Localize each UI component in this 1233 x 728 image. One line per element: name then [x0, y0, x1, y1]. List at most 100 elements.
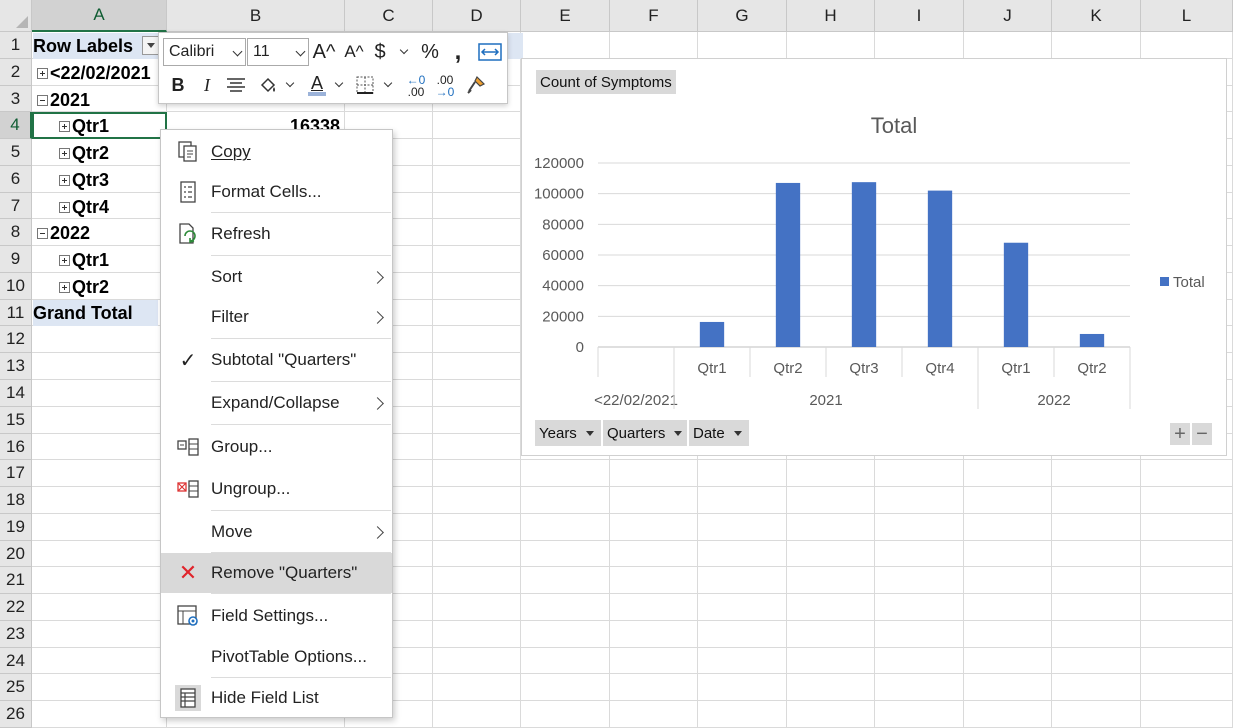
wrap-merge-icon[interactable]	[477, 39, 503, 65]
row-header-3[interactable]: 3	[0, 86, 32, 112]
expand-icon[interactable]	[59, 281, 70, 293]
pivot-row-item[interactable]: Qtr3	[33, 167, 109, 193]
expand-field-button[interactable]: +	[1170, 423, 1190, 445]
comma-style-icon[interactable]: ,	[449, 38, 467, 66]
pivot-row-item[interactable]: Qtr2	[33, 274, 109, 300]
collapse-field-button[interactable]: −	[1192, 423, 1212, 445]
row-header-2[interactable]: 2	[0, 59, 32, 86]
expand-icon[interactable]	[59, 254, 70, 266]
column-header-f[interactable]: F	[610, 0, 698, 32]
menu-item-format-cells[interactable]: Format Cells...	[161, 173, 392, 211]
menu-item-remove-quarters[interactable]: ✕ Remove "Quarters"	[161, 553, 392, 593]
pivot-chart[interactable]: Count of Symptoms Total 0 20000 40000 60000 8…	[521, 58, 1227, 456]
pivot-row-item[interactable]: 2022	[33, 220, 90, 246]
menu-item-ungroup[interactable]: Ungroup...	[161, 470, 392, 508]
column-header-l[interactable]: L	[1141, 0, 1233, 32]
menu-item-sort[interactable]: Sort	[161, 258, 392, 296]
row-header-5[interactable]: 5	[0, 139, 32, 166]
increase-decimal-icon[interactable]: ←0 .00	[402, 71, 430, 101]
active-cell-a4[interactable]	[32, 112, 169, 141]
column-header-b[interactable]: B	[167, 0, 345, 32]
row-header-25[interactable]: 25	[0, 674, 32, 701]
borders-icon[interactable]	[352, 71, 378, 99]
menu-item-group[interactable]: Group...	[161, 428, 392, 466]
column-header-h[interactable]: H	[787, 0, 875, 32]
column-header-c[interactable]: C	[345, 0, 433, 32]
column-header-a[interactable]: A	[32, 0, 167, 32]
row-header-23[interactable]: 23	[0, 621, 32, 648]
currency-format-icon[interactable]: $	[369, 38, 391, 66]
menu-item-expand-collapse[interactable]: Expand/Collapse	[161, 384, 392, 422]
column-header-e[interactable]: E	[521, 0, 610, 32]
align-center-icon[interactable]	[223, 71, 249, 99]
percent-style-icon[interactable]: %	[418, 38, 442, 66]
row-header-13[interactable]: 13	[0, 353, 32, 380]
menu-item-pivottable-options[interactable]: PivotTable Options...	[161, 638, 392, 676]
collapse-icon[interactable]	[37, 227, 48, 239]
expand-icon[interactable]	[59, 201, 70, 213]
column-header-d[interactable]: D	[433, 0, 521, 32]
menu-item-field-settings[interactable]: Field Settings...	[161, 597, 392, 635]
expand-icon[interactable]	[59, 147, 70, 159]
row-header-20[interactable]: 20	[0, 541, 32, 567]
row-header-26[interactable]: 26	[0, 701, 32, 728]
italic-button[interactable]: I	[196, 71, 218, 99]
menu-item-copy[interactable]: Copy	[161, 133, 392, 171]
row-header-22[interactable]: 22	[0, 594, 32, 621]
row-header-16[interactable]: 16	[0, 434, 32, 460]
menu-item-refresh[interactable]: Refresh	[161, 215, 392, 253]
row-header-7[interactable]: 7	[0, 193, 32, 219]
menu-item-hide-field-list[interactable]: Hide Field List	[161, 679, 392, 717]
menu-separator	[211, 593, 391, 594]
row-header-18[interactable]: 18	[0, 487, 32, 514]
row-header-12[interactable]: 12	[0, 326, 32, 353]
pivot-row-item[interactable]: Qtr1	[33, 247, 109, 273]
row-header-10[interactable]: 10	[0, 273, 32, 300]
row-header-4[interactable]: 4	[0, 112, 32, 139]
row-header-9[interactable]: 9	[0, 246, 32, 273]
pivot-row-item[interactable]: 2021	[33, 87, 90, 113]
row-header-19[interactable]: 19	[0, 514, 32, 541]
row-header-11[interactable]: 11	[0, 300, 32, 326]
column-header-k[interactable]: K	[1052, 0, 1141, 32]
row-header-17[interactable]: 17	[0, 460, 32, 487]
collapse-icon[interactable]	[37, 94, 48, 106]
pivot-row-labels-header[interactable]: Row Labels	[33, 33, 133, 59]
row-header-8[interactable]: 8	[0, 219, 32, 246]
chart-field-button-years[interactable]: Years	[535, 420, 601, 446]
row-header-21[interactable]: 21	[0, 567, 32, 594]
column-header-j[interactable]: J	[964, 0, 1052, 32]
grand-total-cell[interactable]: Grand Total	[33, 300, 133, 326]
expand-icon[interactable]	[37, 67, 48, 79]
expand-icon[interactable]	[59, 174, 70, 186]
menu-item-move[interactable]: Move	[161, 513, 392, 551]
column-header-i[interactable]: I	[875, 0, 964, 32]
menu-item-filter[interactable]: Filter	[161, 298, 392, 336]
fill-color-icon[interactable]	[255, 71, 281, 99]
font-size-box[interactable]: 11	[247, 38, 309, 66]
font-color-icon[interactable]: A	[304, 71, 330, 99]
bold-button[interactable]: B	[167, 71, 189, 99]
format-painter-icon[interactable]	[463, 71, 489, 99]
pivot-row-item[interactable]: Qtr4	[33, 194, 109, 220]
chart-field-button-quarters[interactable]: Quarters	[603, 420, 687, 446]
select-all-corner[interactable]	[0, 0, 32, 32]
decrease-decimal-icon[interactable]: .00 →0	[431, 71, 459, 101]
row-header-15[interactable]: 15	[0, 407, 32, 434]
chevron-down-icon[interactable]	[399, 45, 409, 55]
row-header-24[interactable]: 24	[0, 648, 32, 674]
pivot-row-item[interactable]: <22/02/2021	[33, 60, 151, 86]
row-header-14[interactable]: 14	[0, 380, 32, 407]
font-name-box[interactable]: Calibri	[163, 38, 246, 66]
row-header-6[interactable]: 6	[0, 166, 32, 193]
increase-font-size-icon[interactable]: A^	[311, 38, 337, 66]
chart-field-button-date[interactable]: Date	[689, 420, 749, 446]
chevron-down-icon[interactable]	[285, 78, 295, 88]
menu-item-subtotal[interactable]: ✓ Subtotal "Quarters"	[161, 341, 392, 379]
pivot-row-item[interactable]: Qtr2	[33, 140, 109, 166]
column-header-g[interactable]: G	[698, 0, 787, 32]
chevron-down-icon[interactable]	[334, 78, 344, 88]
row-header-1[interactable]: 1	[0, 32, 32, 59]
decrease-font-size-icon[interactable]: A^	[341, 38, 367, 66]
chevron-down-icon[interactable]	[383, 78, 393, 88]
